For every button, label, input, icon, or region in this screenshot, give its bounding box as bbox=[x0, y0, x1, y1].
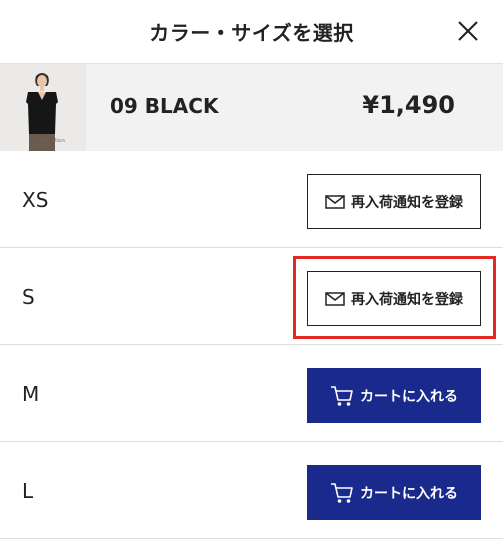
envelope-icon bbox=[325, 194, 345, 209]
thumbnail-caption: Model 170cm Size M bbox=[38, 138, 66, 148]
restock-notify-label: 再入荷通知を登録 bbox=[351, 291, 463, 308]
add-to-cart-label: カートに入れる bbox=[360, 485, 458, 502]
close-button[interactable] bbox=[453, 16, 483, 46]
size-row-l: L カートに入れる bbox=[0, 442, 503, 539]
add-to-cart-button[interactable]: カートに入れる bbox=[307, 368, 481, 423]
close-icon bbox=[458, 21, 478, 41]
cart-icon bbox=[330, 482, 354, 504]
product-thumbnail: Model 170cm Size M bbox=[0, 64, 86, 151]
product-color: 09 BLACK bbox=[110, 94, 219, 118]
add-to-cart-label: カートに入れる bbox=[360, 388, 458, 405]
product-summary: Model 170cm Size M 09 BLACK ¥1,490 bbox=[0, 63, 503, 151]
size-label: L bbox=[22, 479, 34, 503]
size-label: XS bbox=[22, 188, 49, 212]
cart-icon bbox=[330, 385, 354, 407]
product-price: ¥1,490 bbox=[362, 91, 455, 119]
size-color-selector-sheet: カラー・サイズを選択 Model 170cm Size M 09 BLACK ¥… bbox=[0, 0, 503, 545]
add-to-cart-button[interactable]: カートに入れる bbox=[307, 465, 481, 520]
restock-notify-button[interactable]: 再入荷通知を登録 bbox=[307, 271, 481, 326]
size-row-s: S 再入荷通知を登録 bbox=[0, 248, 503, 345]
size-row-m: M カートに入れる bbox=[0, 345, 503, 442]
size-label: S bbox=[22, 285, 35, 309]
size-row-xs: XS 再入荷通知を登録 bbox=[0, 151, 503, 248]
size-label: M bbox=[22, 382, 40, 406]
envelope-icon bbox=[325, 291, 345, 306]
sheet-header: カラー・サイズを選択 bbox=[0, 0, 503, 63]
sheet-title: カラー・サイズを選択 bbox=[149, 21, 354, 45]
restock-notify-button[interactable]: 再入荷通知を登録 bbox=[307, 174, 481, 229]
restock-notify-label: 再入荷通知を登録 bbox=[351, 194, 463, 211]
